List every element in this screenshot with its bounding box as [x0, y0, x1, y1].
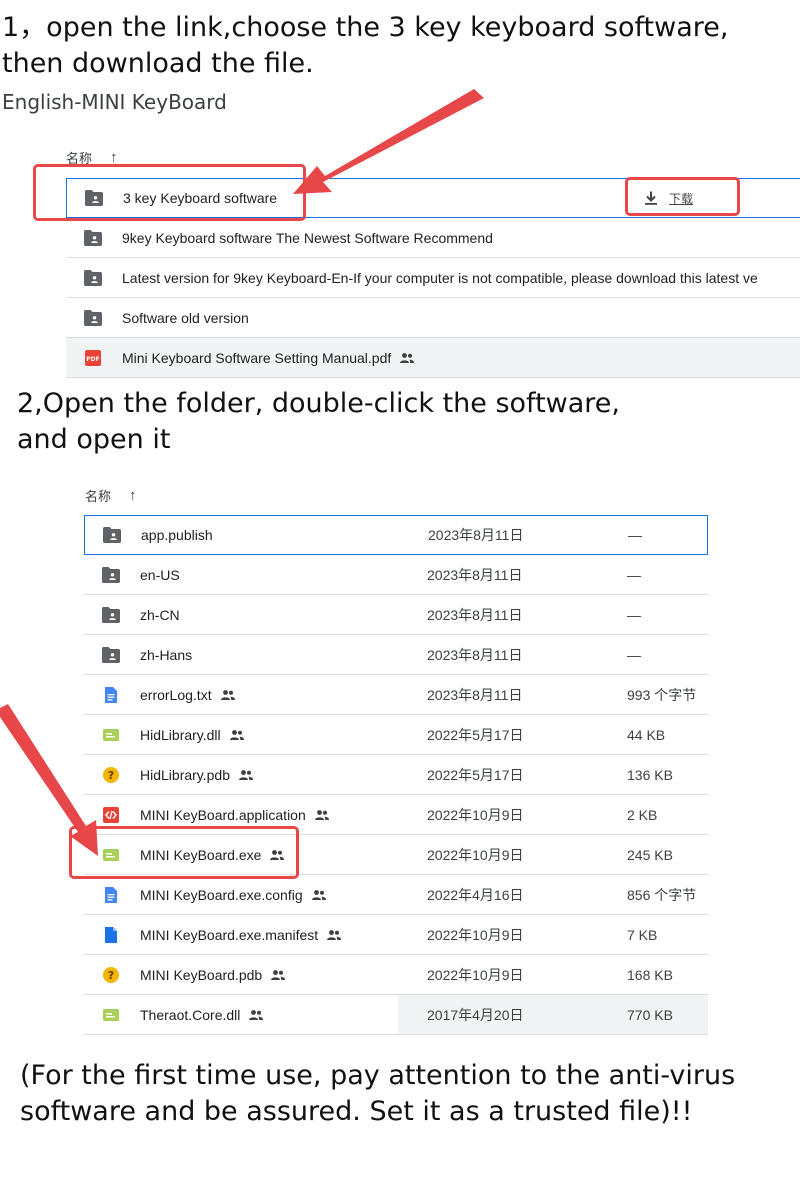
- arrow-to-3key-folder: [293, 89, 484, 194]
- arrow-to-exe: [0, 704, 98, 856]
- annotation-arrows: [0, 89, 484, 856]
